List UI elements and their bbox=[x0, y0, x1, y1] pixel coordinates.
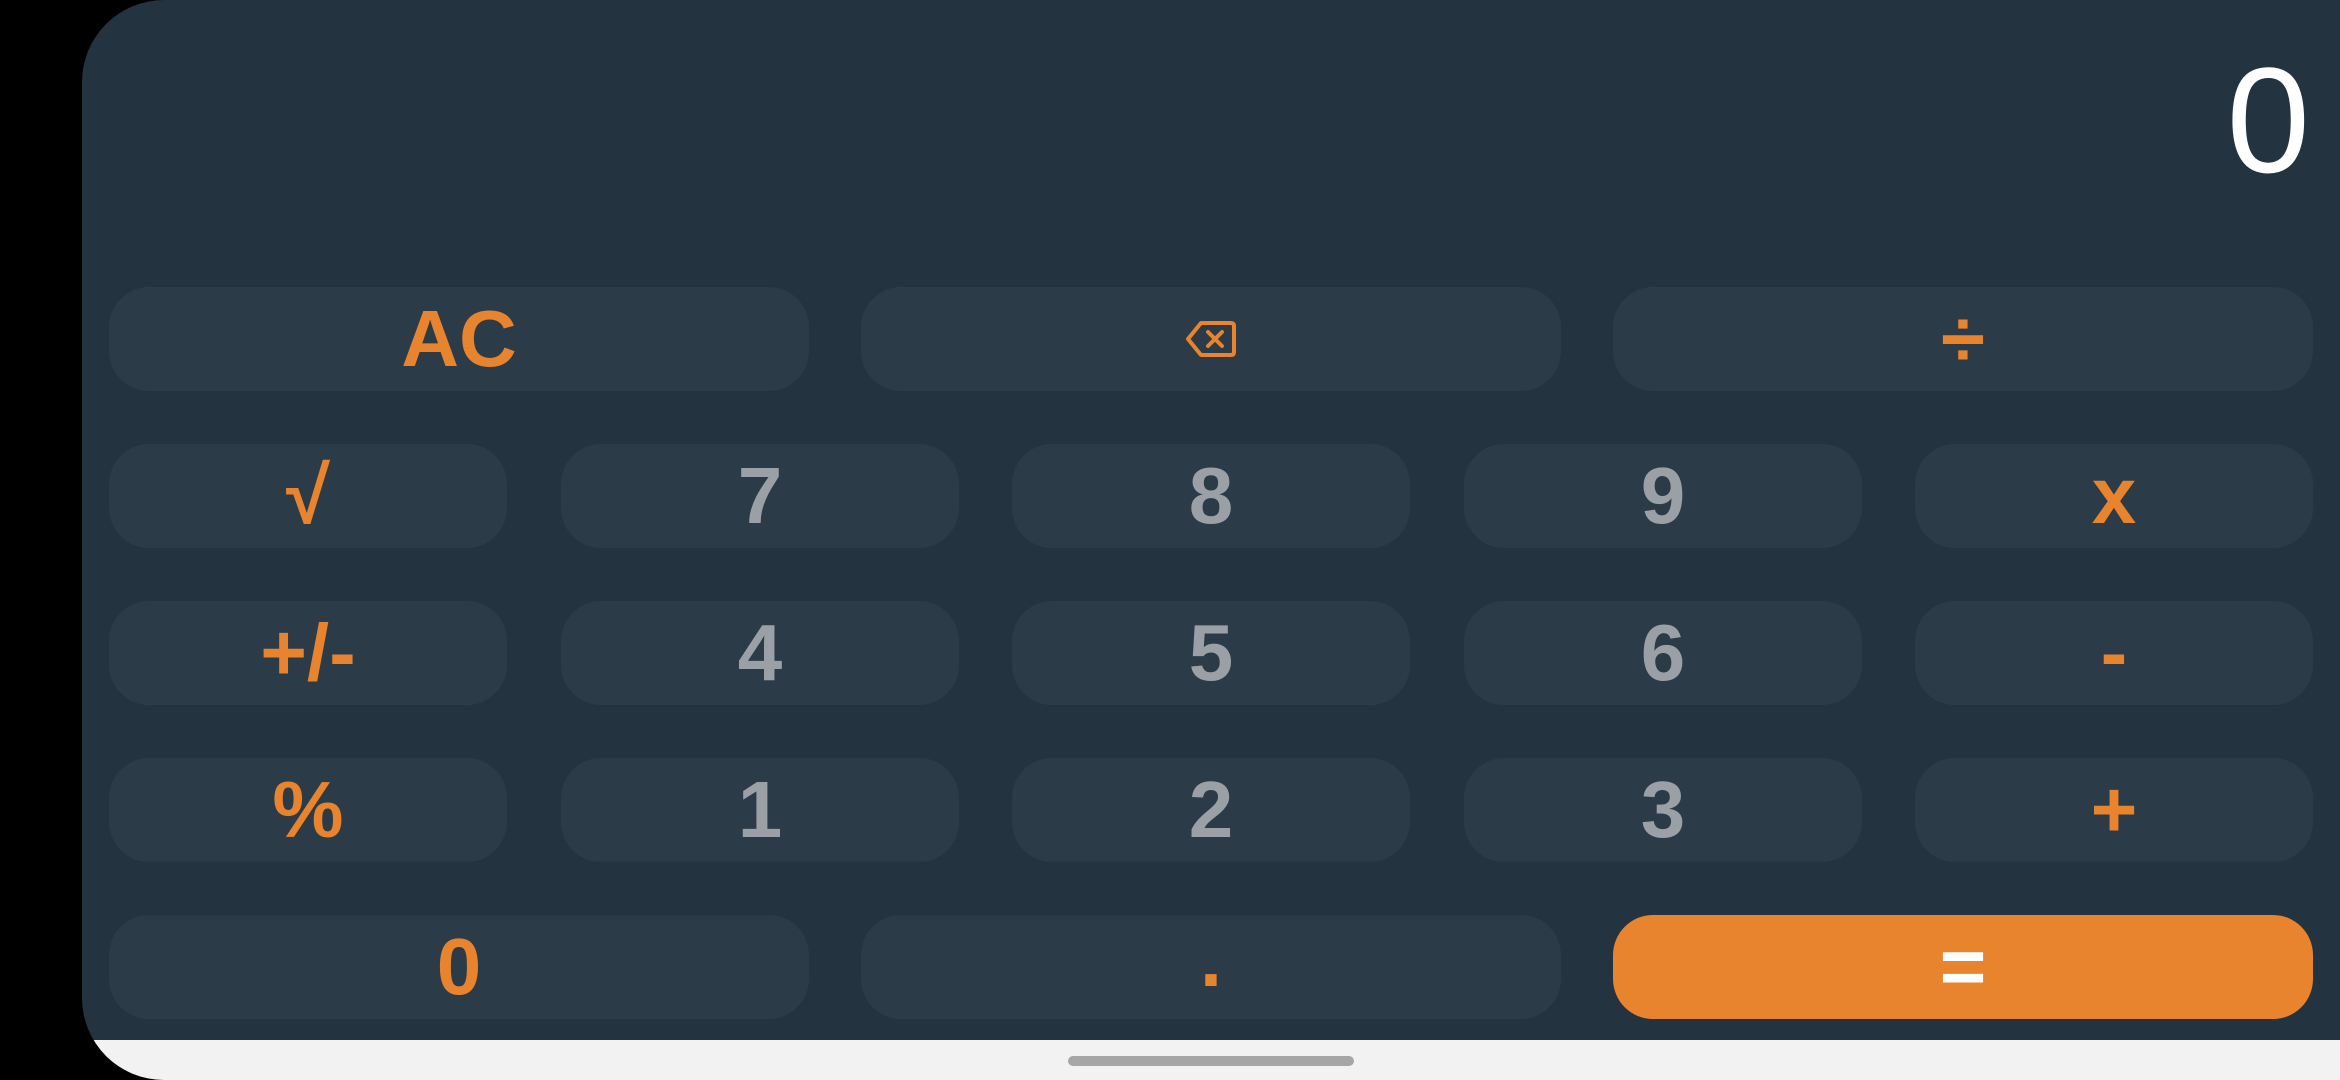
clear-button[interactable]: AC bbox=[109, 287, 809, 391]
divide-button[interactable]: ÷ bbox=[1613, 287, 2313, 391]
decimal-button[interactable]: . bbox=[861, 915, 1561, 1019]
digit-1-label: 1 bbox=[737, 765, 783, 854]
sqrt-label: √ bbox=[286, 451, 330, 540]
minus-button[interactable]: - bbox=[1915, 601, 2313, 705]
digit-4-button[interactable]: 4 bbox=[561, 601, 959, 705]
sign-toggle-button[interactable]: +/- bbox=[109, 601, 507, 705]
percent-button[interactable]: % bbox=[109, 758, 507, 862]
digit-6-button[interactable]: 6 bbox=[1464, 601, 1862, 705]
decimal-label: . bbox=[1199, 914, 1223, 1003]
calculator-screen: 0 AC ÷ √ 7 8 9 x +/- 4 5 6 - % 1 2 3 + 0… bbox=[82, 0, 2340, 1080]
equals-button[interactable]: = bbox=[1613, 915, 2313, 1019]
minus-label: - bbox=[2100, 608, 2128, 697]
clear-label: AC bbox=[401, 294, 517, 383]
multiply-label: x bbox=[2091, 451, 2137, 540]
plus-button[interactable]: + bbox=[1915, 758, 2313, 862]
digit-0-button[interactable]: 0 bbox=[109, 915, 809, 1019]
digit-2-button[interactable]: 2 bbox=[1012, 758, 1410, 862]
digit-9-button[interactable]: 9 bbox=[1464, 444, 1862, 548]
digit-6-label: 6 bbox=[1640, 608, 1686, 697]
equals-label: = bbox=[1939, 922, 1987, 1011]
digit-9-label: 9 bbox=[1640, 451, 1686, 540]
navigation-bar bbox=[82, 1040, 2340, 1080]
digit-2-label: 2 bbox=[1188, 765, 1234, 854]
digit-7-button[interactable]: 7 bbox=[561, 444, 959, 548]
backspace-button[interactable] bbox=[861, 287, 1561, 391]
plus-label: + bbox=[2090, 765, 2138, 854]
digit-4-label: 4 bbox=[737, 608, 783, 697]
home-gesture-handle[interactable] bbox=[1068, 1056, 1354, 1066]
sign-toggle-label: +/- bbox=[260, 608, 356, 697]
digit-0-label: 0 bbox=[436, 922, 482, 1011]
multiply-button[interactable]: x bbox=[1915, 444, 2313, 548]
display-value: 0 bbox=[2226, 36, 2310, 204]
digit-8-label: 8 bbox=[1188, 451, 1234, 540]
display-area: 0 bbox=[82, 0, 2340, 280]
sqrt-button[interactable]: √ bbox=[109, 444, 507, 548]
backspace-icon bbox=[1185, 319, 1237, 359]
digit-7-label: 7 bbox=[737, 451, 783, 540]
digit-3-button[interactable]: 3 bbox=[1464, 758, 1862, 862]
digit-5-label: 5 bbox=[1188, 608, 1234, 697]
percent-label: % bbox=[272, 765, 344, 854]
digit-5-button[interactable]: 5 bbox=[1012, 601, 1410, 705]
digit-3-label: 3 bbox=[1640, 765, 1686, 854]
digit-1-button[interactable]: 1 bbox=[561, 758, 959, 862]
digit-8-button[interactable]: 8 bbox=[1012, 444, 1410, 548]
divide-label: ÷ bbox=[1941, 294, 1985, 383]
